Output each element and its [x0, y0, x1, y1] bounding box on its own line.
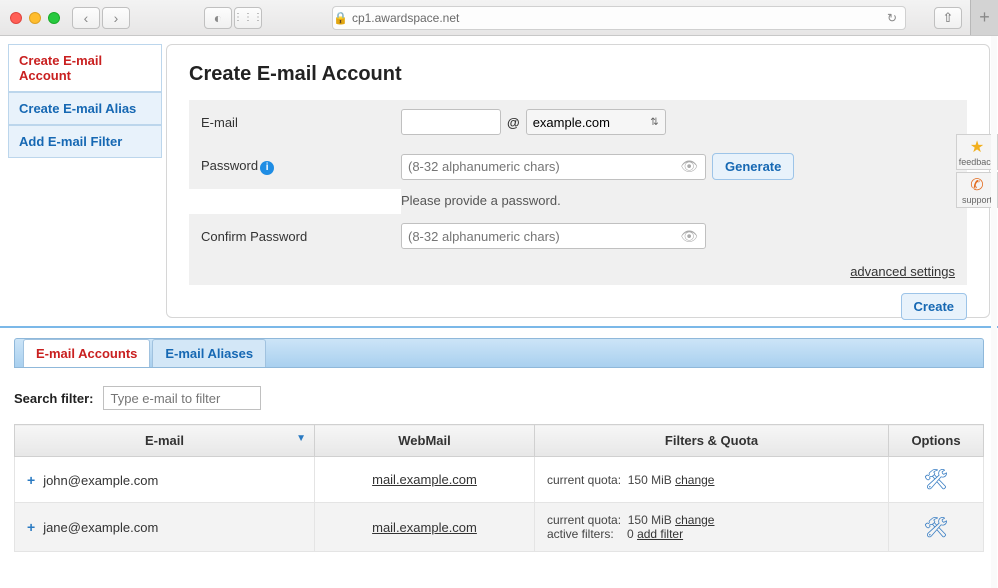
traffic-lights — [10, 12, 60, 24]
star-icon: ★ — [970, 137, 984, 157]
options-icon[interactable]: 🛠 — [923, 467, 948, 492]
expand-icon[interactable]: + — [27, 519, 35, 535]
lifebuoy-icon: ✆ — [970, 175, 983, 195]
share-button[interactable]: ⇧ — [934, 7, 962, 29]
panel-title: Create E-mail Account — [189, 63, 967, 86]
create-email-panel: Create E-mail Account E-mail @ example.c… — [166, 44, 990, 318]
password-input[interactable] — [401, 154, 706, 180]
th-email[interactable]: E-mail▼ — [15, 425, 315, 457]
email-accounts-table: E-mail▼ WebMail Filters & Quota Options … — [14, 424, 984, 552]
generate-button[interactable]: Generate — [712, 153, 794, 180]
options-icon[interactable]: 🛠 — [923, 515, 948, 540]
confirm-password-input[interactable] — [401, 223, 706, 249]
forward-button[interactable]: › — [102, 7, 130, 29]
email-input[interactable] — [401, 109, 501, 135]
tab-email-accounts[interactable]: E-mail Accounts — [23, 339, 150, 367]
reload-icon[interactable]: ↻ — [887, 11, 897, 25]
search-label: Search filter: — [14, 391, 93, 406]
expand-icon[interactable]: + — [27, 472, 35, 488]
sidebar-item-add-filter[interactable]: Add E-mail Filter — [8, 125, 162, 158]
url-bar[interactable]: 🔒 cp1.awardspace.net ↻ — [332, 6, 906, 30]
email-cell: jane@example.com — [43, 520, 158, 535]
label-confirm: Confirm Password — [201, 229, 401, 244]
change-quota-link[interactable]: change — [675, 513, 714, 527]
sidebar-item-create-account[interactable]: Create E-mail Account — [8, 44, 162, 92]
search-input[interactable] — [103, 386, 261, 410]
sidebar: Create E-mail Account Create E-mail Alia… — [8, 44, 162, 318]
scrollbar[interactable] — [991, 36, 997, 588]
close-window-icon[interactable] — [10, 12, 22, 24]
row-password: Passwordi 👁 Generate — [189, 144, 967, 189]
browser-toolbar: ‹ › ◐ ⋮⋮⋮ 🔒 cp1.awardspace.net ↻ ⇧ + — [0, 0, 998, 36]
chevron-updown-icon: ⇅ — [650, 117, 658, 128]
sidebar-item-create-alias[interactable]: Create E-mail Alias — [8, 92, 162, 125]
advanced-settings-link[interactable]: advanced settings — [189, 258, 967, 285]
row-email: E-mail @ example.com ⇅ — [189, 100, 967, 144]
table-row: +jane@example.com mail.example.com curre… — [15, 503, 984, 552]
back-button[interactable]: ‹ — [72, 7, 100, 29]
eye-off-icon[interactable]: 👁 — [680, 228, 698, 245]
change-quota-link[interactable]: change — [675, 473, 714, 487]
th-options[interactable]: Options — [889, 425, 984, 457]
sort-desc-icon: ▼ — [296, 433, 306, 444]
grid-icon[interactable]: ⋮⋮⋮ — [234, 7, 262, 29]
new-tab-button[interactable]: + — [970, 0, 998, 35]
table-row: +john@example.com mail.example.com curre… — [15, 457, 984, 503]
password-help: Please provide a password. — [401, 189, 967, 214]
label-password: Passwordi — [201, 158, 401, 175]
label-email: E-mail — [201, 115, 401, 130]
shield-icon[interactable]: ◐ — [204, 7, 232, 29]
th-filters[interactable]: Filters & Quota — [535, 425, 889, 457]
tabs-bar: E-mail Accounts E-mail Aliases — [14, 338, 984, 368]
email-cell: john@example.com — [43, 473, 158, 488]
domain-select[interactable]: example.com ⇅ — [526, 109, 666, 135]
info-icon[interactable]: i — [260, 161, 274, 175]
webmail-link[interactable]: mail.example.com — [372, 472, 477, 487]
maximize-window-icon[interactable] — [48, 12, 60, 24]
minimize-window-icon[interactable] — [29, 12, 41, 24]
at-sign: @ — [507, 115, 520, 130]
url-text: cp1.awardspace.net — [352, 11, 459, 25]
th-webmail[interactable]: WebMail — [315, 425, 535, 457]
add-filter-link[interactable]: add filter — [637, 527, 683, 541]
lock-icon: 🔒 — [333, 11, 348, 25]
row-confirm: Confirm Password 👁 — [189, 214, 967, 258]
webmail-link[interactable]: mail.example.com — [372, 520, 477, 535]
eye-off-icon[interactable]: 👁 — [680, 158, 698, 175]
tab-email-aliases[interactable]: E-mail Aliases — [152, 339, 266, 367]
create-button[interactable]: Create — [901, 293, 967, 320]
